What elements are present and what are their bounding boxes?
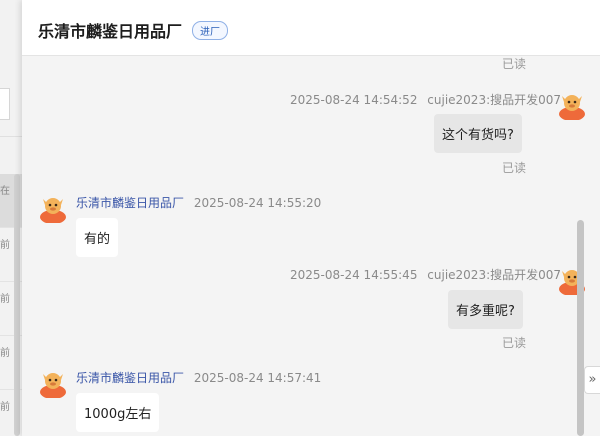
message-meta: 2025-08-24 14:54:52 cujie2023:搜品开发007 — [290, 91, 561, 108]
avatar-icon[interactable] — [38, 368, 68, 398]
list-scrollbar[interactable] — [14, 174, 20, 436]
message-sender: 乐清市麟鉴日用品厂 — [76, 371, 185, 385]
message-time: 2025-08-24 14:55:45 — [290, 268, 418, 282]
conversation-preview: 前 — [0, 294, 10, 305]
chat-header: 乐清市麟鉴日用品厂 进厂 — [22, 0, 600, 56]
message-meta: 乐清市麟鉴日用品厂 2025-08-24 14:55:20 — [76, 194, 321, 211]
message-sender: 乐清市麟鉴日用品厂 — [76, 196, 185, 210]
message-bubble[interactable]: 有的 — [76, 218, 119, 257]
avatar-icon[interactable] — [557, 90, 587, 120]
message-time: 2025-08-24 14:54:52 — [290, 93, 418, 107]
conversation-preview: 前 — [0, 402, 10, 413]
avatar-icon[interactable] — [38, 193, 68, 223]
read-receipt: 已读 — [502, 57, 527, 71]
conversation-search-input[interactable] — [0, 88, 10, 120]
message-meta: 乐清市麟鉴日用品厂 2025-08-24 14:57:41 — [76, 369, 321, 386]
message-sender: cujie2023:搜品开发007 — [427, 268, 562, 282]
status-badge[interactable]: 进厂 — [192, 21, 228, 40]
conversation-preview: 前 — [0, 348, 10, 359]
divider — [0, 136, 22, 137]
expand-panel-button[interactable]: » — [584, 366, 600, 394]
message-time: 2025-08-24 14:55:20 — [193, 196, 322, 210]
conversation-preview: 在 — [0, 186, 10, 197]
message-meta: 2025-08-24 14:55:45 cujie2023:搜品开发007 — [290, 266, 561, 283]
read-receipt: 已读 — [502, 161, 527, 175]
message-bubble[interactable]: 这个有货吗? — [434, 114, 522, 153]
message-bubble[interactable]: 1000g左右 — [76, 393, 160, 432]
message-bubble[interactable]: 有多重呢? — [448, 290, 523, 329]
conversation-preview: 前 — [0, 240, 10, 251]
message-area[interactable]: 已读 2025-08-24 14:54:52 cujie2023:搜品开发007… — [22, 56, 600, 436]
read-receipt: 已读 — [502, 336, 527, 350]
conversation-list: 在 前 前 前 前 — [0, 0, 22, 436]
chat-panel: 乐清市麟鉴日用品厂 进厂 已读 2025-08-24 14:54:52 cuji… — [22, 0, 600, 436]
message-sender: cujie2023:搜品开发007 — [427, 93, 562, 107]
chat-scrollbar[interactable] — [577, 220, 584, 436]
message-time: 2025-08-24 14:57:41 — [193, 371, 322, 385]
chat-title: 乐清市麟鉴日用品厂 — [38, 22, 183, 41]
